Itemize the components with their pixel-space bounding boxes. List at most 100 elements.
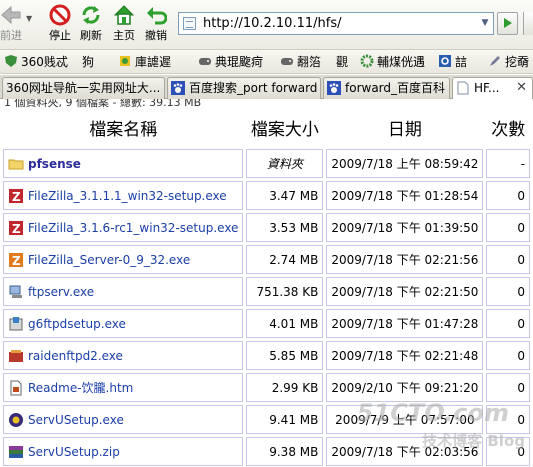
file-size-cell: 9.38 MB xyxy=(246,437,324,466)
tab-bar: 360网址导航一实用网址大... 百度搜索_port forward forwa… xyxy=(0,75,533,100)
fav-label: 狗 xyxy=(82,55,95,69)
puzzle-icon xyxy=(120,56,130,66)
header-size[interactable]: 檔案大小 xyxy=(246,109,324,146)
stop-button[interactable]: 停止 xyxy=(45,4,75,48)
tab-label: 百度搜索_port forward xyxy=(189,81,318,95)
html-file-icon xyxy=(10,380,22,396)
fav-item-7[interactable]: 輔煤侊遇 xyxy=(360,53,425,71)
file-hits-cell: 0 xyxy=(486,341,530,370)
file-link[interactable]: FileZilla_3.1.6-rc1_win32-setup.exe xyxy=(28,221,238,235)
fav-item-dog[interactable]: 狗 xyxy=(82,53,94,71)
svg-text:Z: Z xyxy=(12,190,21,204)
history-dropdown-icon[interactable]: ▼ xyxy=(26,14,36,23)
file-date-cell: 2009/7/18 下午 02:21:48 xyxy=(326,341,484,370)
file-date-cell: 2009/7/9 上午 07:57:00 xyxy=(326,405,484,434)
file-link[interactable]: FileZilla_3.1.1.1_win32-setup.exe xyxy=(28,189,227,203)
favorites-bar: 360贱忒 狗 庫謔遲 典琨颴疴 翿箈 觀 輔煤侊遇 誩 挖奣 xyxy=(0,50,533,74)
file-link[interactable]: pfsense xyxy=(28,157,81,171)
file-link[interactable]: Readme-饮朧.htm xyxy=(28,381,133,395)
undo-label: 撤销 xyxy=(145,29,167,42)
home-button[interactable]: 主页 xyxy=(109,4,139,48)
file-link[interactable]: FileZilla_Server-0_9_32.exe xyxy=(28,253,190,267)
svg-text:Z: Z xyxy=(12,222,21,236)
home-icon xyxy=(113,5,135,25)
refresh-button[interactable]: 刷新 xyxy=(76,4,106,48)
tab-label: forward_百度百科 xyxy=(345,81,446,95)
file-hits-cell: 0 xyxy=(486,309,530,338)
file-size-cell: 3.53 MB xyxy=(246,213,324,242)
fav-item-8[interactable]: 誩 xyxy=(438,53,467,71)
installer-icon xyxy=(9,316,23,330)
browser-toolbar: 前进 ▼ 停止 刷新 主页 撤销 http://10.2.10.11/hfs/ … xyxy=(0,0,533,50)
file-name-cell: Z FileZilla_3.1.1.1_win32-setup.exe xyxy=(3,181,244,210)
table-row: pfsense 資料夾 2009/7/18 上午 08:59:42 - xyxy=(3,149,530,178)
file-name-cell: ftpserv.exe xyxy=(3,277,244,306)
file-size-cell: 751.38 KB xyxy=(246,277,324,306)
tab-label: HF... xyxy=(474,81,500,95)
file-hits-cell: 0 xyxy=(486,277,530,306)
undo-icon xyxy=(147,7,167,25)
fav-item-3[interactable]: 庫謔遲 xyxy=(118,53,171,71)
file-size-cell: 2.99 KB xyxy=(246,373,324,402)
filezilla-server-icon: Z xyxy=(9,252,23,268)
zip-icon xyxy=(9,445,23,458)
folder-icon xyxy=(8,159,24,169)
fav-item-4[interactable]: 典琨颴疴 xyxy=(198,53,263,71)
stop-label: 停止 xyxy=(49,29,71,42)
file-link[interactable]: ftpserv.exe xyxy=(28,285,94,299)
close-tab-icon[interactable]: ✕ xyxy=(516,78,527,98)
back-button[interactable]: 前进 xyxy=(0,4,24,48)
header-hits[interactable]: 次數 xyxy=(486,109,530,146)
tab-baidu-search[interactable]: 百度搜索_port forward xyxy=(167,77,321,99)
fav-item-9[interactable]: 挖奣 xyxy=(488,53,529,71)
file-hits-cell: 0 xyxy=(486,437,530,466)
file-size-cell: 3.47 MB xyxy=(246,181,324,210)
fav-item-6[interactable]: 觀 xyxy=(336,53,348,71)
header-name[interactable]: 檔案名稱 xyxy=(3,109,244,146)
table-row: ServUSetup.zip 9.38 MB 2009/7/18 下午 02:0… xyxy=(3,437,530,466)
fav-item-5[interactable]: 翿箈 xyxy=(280,53,321,71)
file-date-cell: 2009/7/18 下午 01:28:54 xyxy=(326,181,484,210)
file-hits-cell: 0 xyxy=(486,213,530,242)
file-link[interactable]: g6ftpdsetup.exe xyxy=(28,317,126,331)
address-bar[interactable]: http://10.2.10.11/hfs/ ▼ xyxy=(178,12,494,35)
fav-label: 觀 xyxy=(336,55,349,69)
fav-label: 翿箈 xyxy=(297,55,322,69)
tab-baidu-baike[interactable]: forward_百度百科 xyxy=(323,77,450,99)
file-link[interactable]: ServUSetup.exe xyxy=(28,413,124,427)
file-size-cell: 5.85 MB xyxy=(246,341,324,370)
undo-button[interactable]: 撤销 xyxy=(141,4,171,48)
file-link[interactable]: raidenftpd2.exe xyxy=(28,349,123,363)
toolbar-overflow[interactable] xyxy=(523,12,533,35)
paw-icon xyxy=(327,81,341,95)
page-icon xyxy=(183,17,196,30)
paw-icon xyxy=(171,81,185,95)
table-row: ServUSetup.exe 9.41 MB 2009/7/9 上午 07:57… xyxy=(3,405,530,434)
go-button[interactable] xyxy=(497,12,518,35)
refresh-label: 刷新 xyxy=(80,29,102,42)
file-hits-cell: 0 xyxy=(486,373,530,402)
fav-label: 誩 xyxy=(455,55,468,69)
file-date-cell: 2009/7/18 下午 01:47:28 xyxy=(326,309,484,338)
page-icon xyxy=(457,81,469,95)
shield-icon xyxy=(5,55,17,67)
gamepad-icon xyxy=(199,58,211,65)
table-row: Z FileZilla_3.1.1.1_win32-setup.exe 3.47… xyxy=(3,181,530,210)
table-row: g6ftpdsetup.exe 4.01 MB 2009/7/18 下午 01:… xyxy=(3,309,530,338)
tab-360-nav[interactable]: 360网址导航一实用网址大... xyxy=(2,77,165,99)
file-name-cell: Z FileZilla_3.1.6-rc1_win32-setup.exe xyxy=(3,213,244,242)
header-date[interactable]: 日期 xyxy=(326,109,484,146)
address-url[interactable]: http://10.2.10.11/hfs/ xyxy=(203,16,341,32)
fav-item-360[interactable]: 360贱忒 xyxy=(4,53,68,71)
file-hits-cell: 0 xyxy=(486,405,530,434)
tab-hfs[interactable]: HF... ✕ xyxy=(452,77,533,100)
filezilla-icon: Z xyxy=(9,188,23,204)
fav-label: 庫謔遲 xyxy=(135,55,172,69)
address-dropdown-icon[interactable]: ▼ xyxy=(477,13,493,34)
file-size-cell: 2.74 MB xyxy=(246,245,324,274)
fav-label: 挖奣 xyxy=(505,55,530,69)
page-content: 1 個資料夾, 9 個檔案 - 總數: 39.13 MB 檔案名稱 檔案大小 日… xyxy=(0,99,533,467)
home-label: 主页 xyxy=(113,29,135,42)
file-date-cell: 2009/7/18 下午 02:21:56 xyxy=(326,245,484,274)
file-link[interactable]: ServUSetup.zip xyxy=(28,445,120,459)
